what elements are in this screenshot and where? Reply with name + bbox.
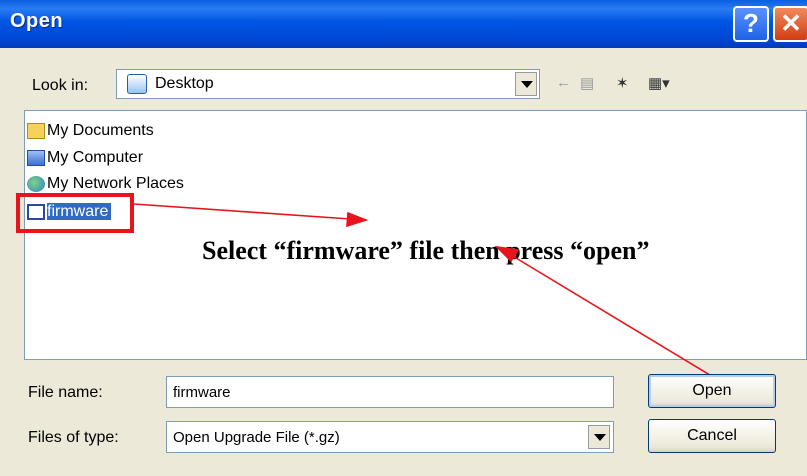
desktop-icon: [127, 74, 147, 94]
question-mark-icon: ?: [743, 8, 759, 38]
title-bar[interactable]: Open ? ✕: [0, 0, 807, 48]
highlight-box: [16, 193, 134, 233]
open-dialog: Open ? ✕ Look in: Desktop ← ▤ ✶ ▦▾ My Do…: [0, 0, 807, 476]
file-type-dropdown[interactable]: Open Upgrade File (*.gz): [166, 421, 614, 453]
look-in-label: Look in:: [32, 77, 89, 94]
up-folder-icon[interactable]: ▤: [580, 74, 594, 92]
file-name-value: firmware: [173, 384, 231, 401]
file-item-my-computer[interactable]: My Computer: [27, 146, 143, 170]
chevron-down-icon: [521, 81, 533, 88]
file-item-label: My Computer: [47, 149, 144, 166]
look-in-dropdown-button[interactable]: [515, 72, 537, 96]
look-in-value: Desktop: [155, 75, 214, 92]
file-item-my-documents[interactable]: My Documents: [27, 119, 154, 143]
file-type-label: Files of type:: [28, 429, 119, 446]
back-icon[interactable]: ←: [556, 74, 571, 91]
close-button[interactable]: ✕: [773, 6, 807, 42]
network-places-icon: [27, 175, 45, 192]
look-in-dropdown[interactable]: Desktop: [116, 69, 540, 99]
file-name-label: File name:: [28, 384, 103, 401]
file-type-dropdown-button[interactable]: [588, 425, 610, 449]
close-icon: ✕: [780, 8, 802, 38]
my-documents-icon: [27, 122, 45, 139]
file-item-label: My Network Places: [47, 175, 184, 192]
my-computer-icon: [27, 149, 45, 166]
file-type-value: Open Upgrade File (*.gz): [173, 429, 340, 446]
open-button[interactable]: Open: [648, 374, 776, 408]
file-name-input[interactable]: firmware: [166, 376, 614, 408]
file-list[interactable]: My Documents My Computer My Network Plac…: [24, 110, 807, 360]
help-button[interactable]: ?: [733, 6, 769, 42]
chevron-down-icon: [594, 434, 606, 441]
file-item-label: My Documents: [47, 122, 154, 139]
view-menu-icon[interactable]: ▦▾: [648, 74, 670, 92]
cancel-button[interactable]: Cancel: [648, 419, 776, 453]
instruction-annotation: Select “firmware” file then press “open”: [202, 236, 650, 265]
new-folder-icon[interactable]: ✶: [616, 74, 629, 92]
window-title: Open: [10, 10, 64, 32]
